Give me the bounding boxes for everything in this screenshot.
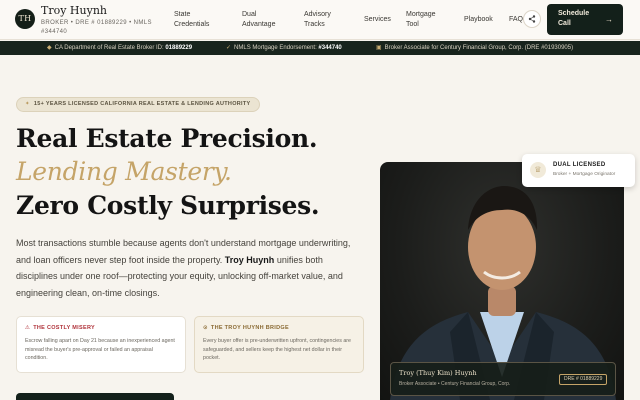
nav-state-credentials[interactable]: State Credentials: [174, 10, 220, 30]
dual-licensed-subtitle: Broker + Mortgage Originator: [553, 172, 616, 177]
warning-icon: ⚠: [25, 325, 31, 331]
headline-line-2: Lending Mastery.: [16, 157, 232, 186]
headline-line-1: Real Estate Precision.: [16, 124, 318, 153]
nav-playbook[interactable]: Playbook: [464, 15, 493, 25]
shield-icon: ◆: [47, 45, 52, 51]
schedule-call-button[interactable]: Schedule Call →: [547, 4, 623, 35]
dre-badge: DRE # 01889229: [559, 374, 608, 385]
nav-advisory-tracks[interactable]: Advisory Tracks: [304, 10, 344, 30]
caption-role: Broker Associate • Century Financial Gro…: [399, 381, 511, 387]
primary-action-button[interactable]: [16, 393, 174, 400]
license-item-dre: ◆ CA Department of Real Estate Broker ID:…: [47, 45, 193, 51]
bridge-text: Every buyer offer is pre-underwritten up…: [203, 338, 351, 361]
costly-misery-card: ⚠ THE COSTLY MISERY Escrow falling apart …: [16, 316, 186, 373]
caption-name: Troy (Thuy Kim) Huynh: [399, 369, 477, 377]
share-button[interactable]: [523, 10, 541, 28]
site-header: TH Troy Huynh BROKER • DRE # 01889229 • …: [0, 0, 640, 40]
license-item-nmls: ✓ NMLS Mortgage Endorsement: #344740: [226, 45, 342, 51]
logo-mark[interactable]: TH: [15, 9, 35, 29]
headline-line-3: Zero Costly Surprises.: [16, 191, 320, 220]
check-circle-icon: ⊙: [203, 325, 208, 331]
nav-services[interactable]: Services: [364, 15, 391, 25]
nav-faq[interactable]: FAQ: [509, 15, 523, 25]
costly-misery-text: Escrow falling apart on Day 21 because a…: [25, 338, 175, 361]
award-ribbon-icon: ♕: [530, 162, 546, 178]
schedule-call-label: Schedule Call: [558, 10, 590, 27]
arrow-right-icon: →: [605, 15, 613, 24]
dual-licensed-title: DUAL LICENSED: [553, 162, 606, 168]
license-bar: ◆ CA Department of Real Estate Broker ID:…: [0, 41, 640, 55]
dual-licensed-card: ♕ DUAL LICENSED Broker + Mortgage Origin…: [522, 154, 635, 187]
portrait-caption: Troy (Thuy Kim) Huynh Broker Associate •…: [390, 362, 616, 396]
license-item-broker: ▣ Broker Associate for Century Financial …: [376, 45, 574, 51]
building-icon: ▣: [376, 45, 382, 51]
brand-name[interactable]: Troy Huynh: [41, 4, 107, 17]
check-icon: ✓: [226, 45, 232, 51]
experience-badge: ✦ 15+ YEARS LICENSED CALIFORNIA REAL ESTA…: [16, 97, 260, 112]
costly-misery-title: ⚠ THE COSTLY MISERY: [25, 325, 95, 331]
brand-subtitle: BROKER • DRE # 01889229 • NMLS #344740: [41, 20, 152, 35]
hero-lead-paragraph: Most transactions stumble because agents…: [16, 238, 351, 298]
nav-dual-advantage[interactable]: Dual Advantage: [242, 10, 282, 30]
nav-mortgage-tool[interactable]: Mortgage Tool: [406, 10, 446, 30]
share-icon: [528, 15, 536, 23]
award-icon: ✦: [25, 101, 30, 107]
troy-huynh-bridge-card: ⊙ THE TROY HUYNH BRIDGE Every buyer offer…: [194, 316, 364, 373]
bridge-title: ⊙ THE TROY HUYNH BRIDGE: [203, 325, 289, 331]
